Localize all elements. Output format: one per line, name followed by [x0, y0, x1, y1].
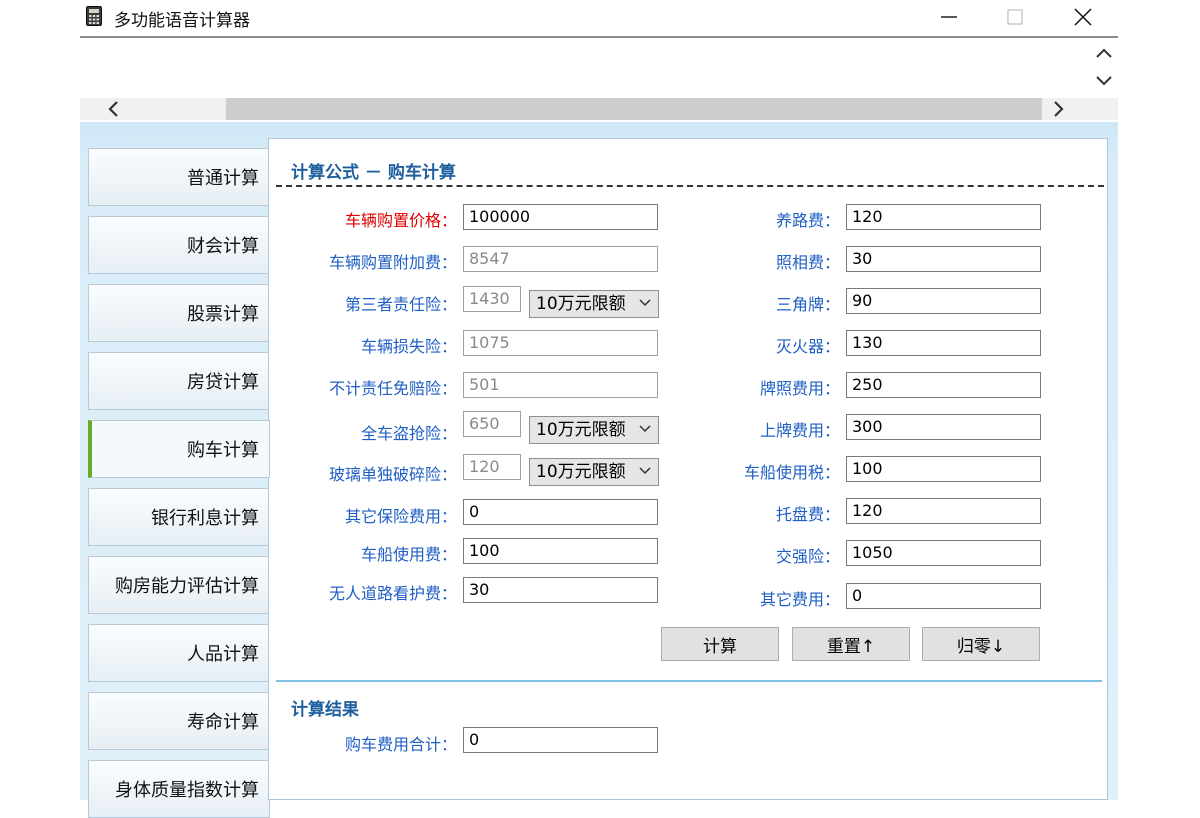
- label-compulsory-insurance: 交强险：: [775, 547, 840, 566]
- total-cost-output[interactable]: 0: [463, 727, 658, 753]
- sidebar-item-label: 财会计算: [187, 236, 259, 257]
- sidebar-item-label: 寿命计算: [187, 712, 259, 733]
- label-purchase-surcharge: 车辆购置附加费：: [328, 253, 457, 272]
- label-road-maintenance: 养路费：: [775, 211, 840, 230]
- road-care-fee-input[interactable]: 30: [463, 577, 658, 603]
- glass-breakage-input[interactable]: 120: [463, 454, 521, 480]
- sidebar-item-accounting[interactable]: 财会计算: [88, 216, 270, 274]
- minimize-button[interactable]: [926, 0, 972, 34]
- other-fees-input[interactable]: 0: [846, 583, 1041, 609]
- label-vehicle-usage-fee: 车船使用费：: [360, 545, 457, 564]
- theft-insurance-input[interactable]: 650: [463, 411, 521, 437]
- label-road-care-fee: 无人道路看护费：: [328, 584, 457, 603]
- sidebar-item-label: 购房能力评估计算: [115, 576, 259, 597]
- label-purchase-price: 车辆购置价格：: [344, 211, 457, 230]
- select-value: 10万元限额: [536, 462, 626, 482]
- purchase-surcharge-input[interactable]: 8547: [463, 246, 658, 272]
- scroll-left-button[interactable]: [102, 98, 124, 120]
- calculator-icon: [86, 6, 102, 26]
- chevron-up-icon: [1096, 48, 1112, 58]
- sidebar-item-stock[interactable]: 股票计算: [88, 284, 270, 342]
- select-value: 10万元限额: [536, 294, 626, 314]
- sidebar-item-label: 人品计算: [187, 644, 259, 665]
- chevron-down-icon: [639, 299, 651, 307]
- calculate-button[interactable]: 计算: [661, 627, 779, 661]
- label-fire-extinguisher: 灭火器：: [775, 337, 840, 356]
- label-triangle-sign: 三角牌：: [775, 295, 840, 314]
- fire-extinguisher-input[interactable]: 130: [846, 330, 1041, 356]
- sidebar-item-label: 房贷计算: [187, 372, 259, 393]
- close-button[interactable]: [1060, 0, 1106, 34]
- sidebar-item-character[interactable]: 人品计算: [88, 624, 270, 682]
- theft-limit-select[interactable]: 10万元限额: [529, 416, 659, 444]
- horizontal-scroll-thumb[interactable]: [226, 98, 1042, 120]
- sidebar-item-label: 普通计算: [187, 168, 259, 189]
- chevron-down-icon: [639, 425, 651, 433]
- label-registration-fee: 上牌费用：: [759, 421, 840, 440]
- sidebar-item-label: 股票计算: [187, 304, 259, 325]
- close-icon: [1074, 8, 1092, 26]
- chevron-down-icon: [1096, 76, 1112, 86]
- sidebar-item-label: 身体质量指数计算: [115, 780, 259, 801]
- chevron-down-icon: [639, 467, 651, 475]
- chevron-right-icon: [1054, 101, 1064, 117]
- vehicle-tax-input[interactable]: 100: [846, 456, 1041, 482]
- select-value: 10万元限额: [536, 420, 626, 440]
- label-other-fees: 其它费用：: [759, 590, 840, 609]
- zero-button[interactable]: 归零↓: [922, 627, 1040, 661]
- sidebar-item-bank-interest[interactable]: 银行利息计算: [88, 488, 270, 546]
- sidebar-item-normal[interactable]: 普通计算: [88, 148, 270, 206]
- triangle-sign-input[interactable]: 90: [846, 288, 1041, 314]
- scroll-up-button[interactable]: [1094, 44, 1114, 62]
- sidebar-item-lifespan[interactable]: 寿命计算: [88, 692, 270, 750]
- label-vehicle-tax: 车船使用税：: [743, 463, 840, 482]
- sidebar-item-bmi[interactable]: 身体质量指数计算: [88, 760, 270, 818]
- reset-button[interactable]: 重置↑: [792, 627, 910, 661]
- no-deductible-input[interactable]: 501: [463, 372, 658, 398]
- label-no-deductible: 不计责任免赔险：: [328, 379, 457, 398]
- chevron-left-icon: [108, 101, 118, 117]
- license-plate-fee-input[interactable]: 250: [846, 372, 1041, 398]
- pallet-fee-input[interactable]: 120: [846, 498, 1041, 524]
- label-total-cost: 购车费用合计：: [344, 735, 457, 754]
- third-party-insurance-input[interactable]: 1430: [463, 286, 521, 312]
- compulsory-insurance-input[interactable]: 1050: [846, 540, 1041, 566]
- purchase-price-input[interactable]: 100000: [463, 204, 658, 230]
- scroll-right-button[interactable]: [1048, 98, 1070, 120]
- maximize-icon: [1007, 9, 1023, 25]
- sidebar-item-label: 银行利息计算: [151, 508, 259, 529]
- registration-fee-input[interactable]: 300: [846, 414, 1041, 440]
- maximize-button[interactable]: [992, 0, 1038, 34]
- label-photo-fee: 照相费：: [775, 253, 840, 272]
- road-maintenance-input[interactable]: 120: [846, 204, 1041, 230]
- form-title: 计算公式 － 购车计算: [291, 163, 456, 183]
- title-bar: 多功能语音计算器: [80, 0, 1118, 36]
- label-third-party-insurance: 第三者责任险：: [344, 295, 457, 314]
- result-title: 计算结果: [291, 700, 359, 720]
- label-pallet-fee: 托盘费：: [775, 505, 840, 524]
- other-insurance-input[interactable]: 0: [463, 499, 658, 525]
- label-license-plate-fee: 牌照费用：: [759, 379, 840, 398]
- window-title: 多功能语音计算器: [114, 11, 250, 31]
- vehicle-usage-fee-input[interactable]: 100: [463, 538, 658, 564]
- sidebar-item-home-affordability[interactable]: 购房能力评估计算: [88, 556, 270, 614]
- label-vehicle-damage: 车辆损失险：: [360, 337, 457, 356]
- third-party-limit-select[interactable]: 10万元限额: [529, 290, 659, 318]
- title-divider-dashed: [276, 185, 1104, 187]
- glass-limit-select[interactable]: 10万元限额: [529, 458, 659, 486]
- label-glass-breakage: 玻璃单独破碎险：: [328, 465, 457, 484]
- vehicle-damage-input[interactable]: 1075: [463, 330, 658, 356]
- sidebar-item-mortgage[interactable]: 房贷计算: [88, 352, 270, 410]
- scroll-down-button[interactable]: [1094, 72, 1114, 90]
- label-other-insurance: 其它保险费用：: [344, 507, 457, 526]
- result-divider: [276, 680, 1102, 682]
- photo-fee-input[interactable]: 30: [846, 246, 1041, 272]
- sidebar-item-car-purchase[interactable]: 购车计算: [88, 420, 270, 478]
- label-theft-insurance: 全车盗抢险：: [360, 424, 457, 443]
- minimize-icon: [941, 16, 957, 18]
- display-area: [80, 38, 1118, 98]
- sidebar-item-label: 购车计算: [187, 440, 259, 461]
